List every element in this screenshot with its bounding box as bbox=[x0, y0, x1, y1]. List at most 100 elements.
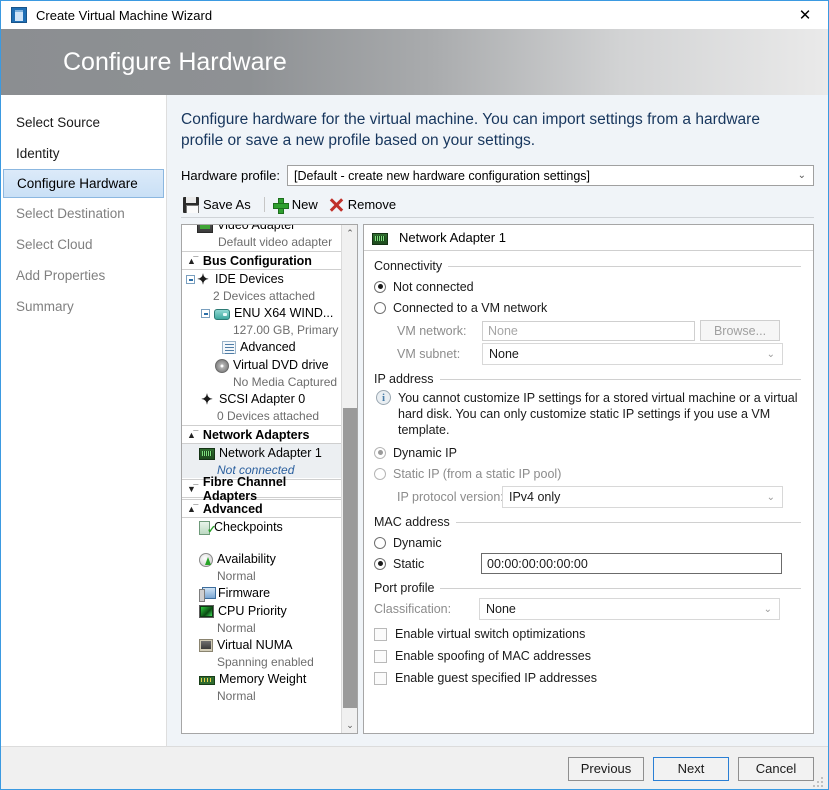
tree-group-network-adapters[interactable]: ▲̅ Network Adapters bbox=[182, 425, 341, 444]
scroll-down-icon[interactable]: ⌄ bbox=[342, 717, 358, 733]
ip-protocol-label: IP protocol version: bbox=[374, 490, 502, 504]
tree-group-bus-label: Bus Configuration bbox=[203, 254, 312, 268]
classification-label: Classification: bbox=[374, 602, 479, 616]
availability-sub: Normal bbox=[182, 568, 341, 584]
radio-connected-to-vm-network[interactable] bbox=[374, 302, 386, 314]
mac-dynamic-row[interactable]: Dynamic bbox=[374, 532, 801, 553]
memory-weight-sub: Normal bbox=[182, 688, 341, 704]
radio-not-connected[interactable] bbox=[374, 281, 386, 293]
expander-icon[interactable] bbox=[186, 275, 195, 284]
vm-subnet-value: None bbox=[489, 347, 519, 361]
resize-grip-icon[interactable] bbox=[813, 775, 825, 787]
network-adapter-label: Network Adapter 1 bbox=[219, 446, 322, 460]
tree-item-availability[interactable]: Availability bbox=[182, 550, 341, 568]
hardware-tree-panel: Video Adapter Default video adapter ▲̅ B… bbox=[181, 224, 358, 734]
tree-item-checkpoints[interactable]: Checkpoints bbox=[182, 518, 341, 536]
availability-icon bbox=[199, 553, 213, 567]
cancel-button[interactable]: Cancel bbox=[738, 757, 814, 781]
memory-weight-icon bbox=[199, 676, 215, 685]
sidebar-item-select-destination[interactable]: Select Destination bbox=[1, 198, 166, 229]
tree-scrollbar[interactable]: ⌃ ⌄ bbox=[341, 225, 357, 733]
tree-item-ide-devices[interactable]: ✦ IDE Devices bbox=[182, 270, 341, 288]
static-ip-row[interactable]: Static IP (from a static IP pool) bbox=[374, 463, 801, 484]
tree-item-memory-weight[interactable]: Memory Weight bbox=[182, 670, 341, 688]
tree-item-advanced-disk[interactable]: Advanced bbox=[182, 338, 341, 356]
vm-subnet-dropdown[interactable]: None ⌄ bbox=[482, 343, 783, 365]
details-body: Connectivity Not connected Connected to … bbox=[364, 251, 813, 691]
save-as-button[interactable]: Save As bbox=[181, 197, 259, 213]
radio-mac-static[interactable] bbox=[374, 558, 386, 570]
scroll-up-icon[interactable]: ⌃ bbox=[342, 225, 358, 241]
sidebar-item-select-source[interactable]: Select Source bbox=[1, 107, 166, 138]
new-label: New bbox=[292, 197, 318, 212]
dynamic-ip-row[interactable]: Dynamic IP bbox=[374, 442, 801, 463]
radio-static-ip[interactable] bbox=[374, 468, 386, 480]
tree-item-firmware[interactable]: Firmware bbox=[182, 584, 341, 602]
sidebar-item-identity[interactable]: Identity bbox=[1, 138, 166, 169]
tree-item-virtual-numa[interactable]: Virtual NUMA bbox=[182, 636, 341, 654]
virtual-numa-icon bbox=[199, 639, 213, 652]
ide-devices-label: IDE Devices bbox=[215, 272, 284, 286]
mac-static-row[interactable]: Static 00:00:00:00:00:00 bbox=[374, 553, 801, 574]
radio-mac-dynamic[interactable] bbox=[374, 537, 386, 549]
next-button[interactable]: Next bbox=[653, 757, 729, 781]
tree-group-fibre-channel[interactable]: ▼̅ Fibre Channel Adapters bbox=[182, 479, 341, 498]
chevron-up-icon: ▲̅ bbox=[187, 256, 196, 266]
video-adapter-icon bbox=[197, 225, 213, 233]
enable-mac-spoofing-row[interactable]: Enable spoofing of MAC addresses bbox=[374, 645, 801, 667]
scrollbar-thumb[interactable] bbox=[343, 408, 357, 708]
title-bar: Create Virtual Machine Wizard ✕ bbox=[1, 1, 828, 29]
previous-button[interactable]: Previous bbox=[568, 757, 644, 781]
classification-dropdown[interactable]: None ⌄ bbox=[479, 598, 780, 620]
sidebar-item-configure-hardware[interactable]: Configure Hardware bbox=[3, 169, 164, 198]
enable-guest-ip-row[interactable]: Enable guest specified IP addresses bbox=[374, 667, 801, 689]
port-profile-group: Port profile Classification: None ⌄ bbox=[374, 581, 801, 689]
checkbox-enable-spoofing-of-mac-addresses[interactable] bbox=[374, 650, 387, 663]
browse-button[interactable]: Browse... bbox=[700, 320, 780, 341]
checkbox-enable-guest-specified-ip-addresses[interactable] bbox=[374, 672, 387, 685]
hardware-tree[interactable]: Video Adapter Default video adapter ▲̅ B… bbox=[182, 225, 341, 733]
tree-item-scsi-adapter[interactable]: ✦ SCSI Adapter 0 bbox=[182, 390, 341, 408]
tree-group-network-label: Network Adapters bbox=[203, 428, 310, 442]
enable-vswitch-optimizations-label: Enable virtual switch optimizations bbox=[395, 627, 585, 641]
tree-item-disk[interactable]: ENU X64 WIND... bbox=[182, 304, 341, 322]
mac-address-input[interactable]: 00:00:00:00:00:00 bbox=[481, 553, 782, 574]
remove-button[interactable]: Remove bbox=[326, 197, 404, 213]
sidebar-item-select-cloud[interactable]: Select Cloud bbox=[1, 229, 166, 260]
tree-item-cpu-priority[interactable]: CPU Priority bbox=[182, 602, 341, 620]
tree-item-video-adapter[interactable]: Video Adapter bbox=[182, 225, 341, 234]
radio-dynamic-ip[interactable] bbox=[374, 447, 386, 459]
firmware-label: Firmware bbox=[218, 586, 270, 600]
mac-static-label: Static bbox=[393, 557, 481, 571]
tree-group-bus-configuration[interactable]: ▲̅ Bus Configuration bbox=[182, 251, 341, 270]
wizard-window: Create Virtual Machine Wizard ✕ Configur… bbox=[0, 0, 829, 790]
enable-vswitch-optimizations-row[interactable]: Enable virtual switch optimizations bbox=[374, 623, 801, 645]
virtual-numa-label: Virtual NUMA bbox=[217, 638, 292, 652]
connected-vm-row[interactable]: Connected to a VM network bbox=[374, 297, 801, 318]
hardware-profile-dropdown[interactable]: [Default - create new hardware configura… bbox=[287, 165, 814, 186]
details-header-label: Network Adapter 1 bbox=[399, 230, 506, 245]
cpu-priority-label: CPU Priority bbox=[218, 604, 287, 618]
chevron-down-icon: ⌄ bbox=[767, 492, 775, 503]
sidebar-item-add-properties[interactable]: Add Properties bbox=[1, 260, 166, 291]
network-adapter-icon bbox=[199, 448, 215, 460]
tree-item-network-adapter-1[interactable]: Network Adapter 1 bbox=[182, 444, 341, 462]
vm-network-input[interactable]: None bbox=[482, 321, 695, 341]
ip-protocol-dropdown[interactable]: IPv4 only ⌄ bbox=[502, 486, 783, 508]
tree-item-virtual-dvd[interactable]: Virtual DVD drive bbox=[182, 356, 341, 374]
wizard-footer: Previous Next Cancel bbox=[1, 746, 828, 790]
dvd-label: Virtual DVD drive bbox=[233, 358, 329, 372]
ip-info-text: You cannot customize IP settings for a s… bbox=[398, 390, 798, 438]
hardware-profile-value: [Default - create new hardware configura… bbox=[294, 169, 590, 183]
expander-icon[interactable] bbox=[201, 309, 210, 318]
sidebar-item-summary[interactable]: Summary bbox=[1, 291, 166, 322]
not-connected-row[interactable]: Not connected bbox=[374, 276, 801, 297]
close-icon[interactable]: ✕ bbox=[782, 1, 828, 28]
checkbox-enable-virtual-switch-optimizations[interactable] bbox=[374, 628, 387, 641]
wizard-steps-sidebar: Select Source Identity Configure Hardwar… bbox=[1, 95, 167, 746]
classification-value: None bbox=[486, 602, 516, 616]
intro-text: Configure hardware for the virtual machi… bbox=[181, 109, 786, 151]
hardware-profile-label: Hardware profile: bbox=[181, 168, 280, 183]
memory-weight-label: Memory Weight bbox=[219, 672, 306, 686]
new-button[interactable]: New bbox=[270, 197, 326, 213]
